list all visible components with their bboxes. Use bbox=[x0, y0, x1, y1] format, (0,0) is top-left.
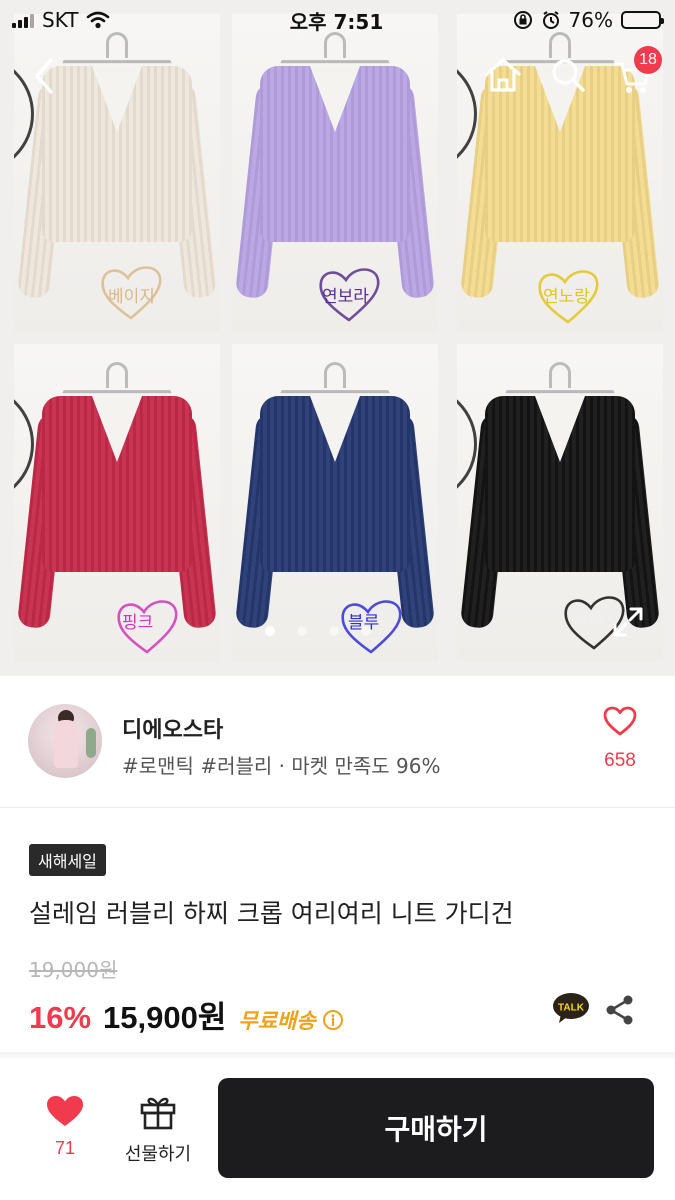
search-icon bbox=[552, 59, 585, 92]
pagination-dot[interactable] bbox=[297, 626, 307, 636]
alarm-icon bbox=[542, 11, 559, 29]
seller-tags: #로맨틱 #러블리 · 마켓 만족도 96% bbox=[122, 754, 441, 778]
product-like-button[interactable]: 71 bbox=[38, 1094, 92, 1159]
sale-price: 15,900원 bbox=[103, 1000, 227, 1035]
product-image-gallery[interactable]: da베이지da연보라da연노랑da핑크da블루da블랙 SKT 오후 7:51 bbox=[0, 0, 675, 676]
orientation-lock-icon bbox=[513, 11, 532, 29]
seller-like-button[interactable]: 658 bbox=[595, 706, 645, 772]
original-price: 19,000원 bbox=[29, 958, 118, 982]
carrier-label: SKT bbox=[42, 8, 79, 32]
color-grid: da베이지da연보라da연노랑da핑크da블루da블랙 bbox=[0, 0, 675, 676]
info-icon[interactable] bbox=[322, 1009, 344, 1031]
seller-name[interactable]: 디에오스타 bbox=[122, 712, 223, 744]
status-time: 오후 7:51 bbox=[289, 9, 384, 34]
bottom-action-bar: 71 선물하기 구매하기 bbox=[0, 1058, 675, 1200]
color-label: 연보라 bbox=[322, 287, 369, 307]
product-like-count: 71 bbox=[54, 1138, 76, 1158]
color-tile: da연보라 bbox=[232, 14, 438, 332]
color-label: 블랙 bbox=[573, 613, 605, 633]
cart-badge: 18 bbox=[634, 46, 662, 74]
free-shipping-label: 무료배송 bbox=[238, 1009, 316, 1033]
seller-avatar[interactable] bbox=[28, 704, 102, 778]
chevron-left-icon bbox=[35, 58, 53, 94]
color-label: 베이지 bbox=[108, 287, 155, 307]
cart-button[interactable]: 18 bbox=[612, 46, 662, 98]
color-label: 핑크 bbox=[122, 613, 154, 633]
color-label: 연노랑 bbox=[543, 287, 590, 307]
pagination-dot[interactable] bbox=[361, 626, 371, 636]
seller-like-count: 658 bbox=[604, 750, 636, 771]
buy-button[interactable]: 구매하기 bbox=[218, 1078, 654, 1178]
gift-label: 선물하기 bbox=[124, 1144, 192, 1165]
product-info: 새해세일 설레임 러블리 하찌 크롭 여리여리 니트 가디건 19,000원 1… bbox=[0, 808, 675, 1052]
status-bar: SKT 오후 7:51 76% bbox=[0, 0, 675, 40]
expand-icon bbox=[613, 607, 643, 637]
discount-rate: 16% bbox=[29, 1000, 92, 1035]
back-button[interactable] bbox=[24, 54, 64, 98]
battery-icon bbox=[621, 11, 664, 29]
product-title: 설레임 러블리 하찌 크롭 여리여리 니트 가디건 bbox=[29, 899, 514, 928]
color-tile: da핑크 bbox=[14, 344, 220, 662]
gallery-pagination[interactable] bbox=[265, 626, 371, 636]
pagination-dot[interactable] bbox=[329, 626, 339, 636]
share-button[interactable] bbox=[604, 994, 636, 1026]
wifi-icon bbox=[87, 11, 110, 29]
expand-button[interactable] bbox=[612, 606, 644, 638]
seller-section[interactable]: 디에오스타 #로맨틱 #러블리 · 마켓 만족도 96% 658 bbox=[0, 676, 675, 808]
heart-outline-icon bbox=[603, 706, 637, 736]
signal-icon bbox=[12, 12, 34, 28]
gift-button[interactable]: 선물하기 bbox=[118, 1094, 198, 1166]
heart-filled-icon bbox=[47, 1096, 83, 1126]
kakao-talk-button[interactable]: TALK bbox=[552, 992, 590, 1024]
talk-icon: TALK bbox=[553, 993, 589, 1023]
sale-tag: 새해세일 bbox=[29, 844, 106, 876]
search-button[interactable] bbox=[548, 54, 588, 96]
svg-text:TALK: TALK bbox=[558, 1003, 585, 1014]
home-button[interactable] bbox=[482, 54, 524, 96]
pagination-dot[interactable] bbox=[265, 626, 275, 636]
status-left: SKT bbox=[12, 8, 232, 32]
color-tile: da블루 bbox=[232, 344, 438, 662]
home-icon bbox=[485, 58, 521, 92]
price-row: 16% 15,900원 무료배송 bbox=[29, 992, 344, 1037]
share-icon bbox=[606, 995, 633, 1025]
gift-icon bbox=[140, 1097, 176, 1130]
free-shipping[interactable]: 무료배송 bbox=[238, 1005, 343, 1035]
battery-percent: 76% bbox=[568, 8, 613, 32]
status-right: 76% bbox=[441, 8, 664, 32]
